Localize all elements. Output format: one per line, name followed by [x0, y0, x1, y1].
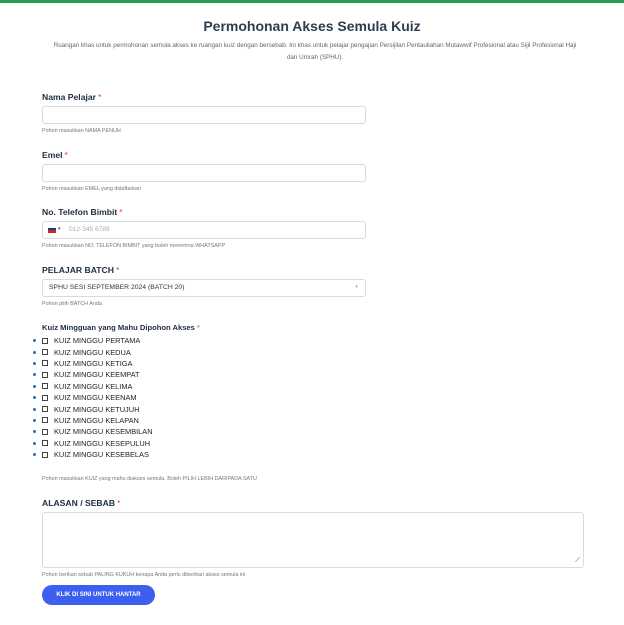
chevron-down-icon: ▾ [355, 284, 358, 290]
list-item[interactable]: KUIZ MINGGU KETIGA [33, 358, 153, 369]
batch-select[interactable]: SPHU SESI SEPTEMBER 2024 (BATCH 20) ▾ [42, 279, 366, 297]
list-item[interactable]: KUIZ MINGGU KELAPAN [33, 415, 153, 426]
emel-label-text: Emel [42, 150, 63, 160]
checkbox-label: KUIZ MINGGU KESEMBILAN [54, 427, 153, 437]
checkbox[interactable] [42, 451, 48, 458]
bullet-icon [33, 453, 36, 457]
bullet-icon [33, 441, 36, 445]
checkbox[interactable] [42, 417, 48, 424]
checkbox[interactable] [42, 406, 48, 413]
required-marker: * [97, 92, 102, 102]
batch-selected-value: SPHU SESI SEPTEMBER 2024 (BATCH 20) [49, 284, 185, 291]
form-title: Permohonan Akses Semula Kuiz [203, 18, 421, 34]
checkbox[interactable] [42, 428, 48, 435]
bullet-icon [33, 418, 36, 422]
list-item[interactable]: KUIZ MINGGU PERTAMA [33, 335, 153, 346]
bullet-icon [33, 407, 36, 411]
checkbox-label: KUIZ MINGGU KETUJUH [54, 404, 140, 414]
nama-hint: Pohon masukkan NAMA PENUH [42, 128, 121, 134]
checkbox-label: KUIZ MINGGU KEENAM [54, 393, 137, 403]
country-caret-icon[interactable]: ▾ [58, 226, 61, 232]
checkbox-label: KUIZ MINGGU KELAPAN [54, 415, 139, 425]
bullet-icon [33, 361, 36, 365]
form-page: Permohonan Akses Semula Kuiz Ruangan kha… [0, 0, 624, 625]
emel-label: Emel * [42, 150, 68, 160]
checkbox[interactable] [42, 394, 48, 401]
checkbox-label: KUIZ MINGGU KELIMA [54, 381, 133, 391]
checkbox[interactable] [42, 360, 48, 367]
batch-hint: Pohon pilih BATCH Anda [42, 301, 102, 307]
checkbox-label: KUIZ MINGGU KETIGA [54, 358, 133, 368]
checkbox[interactable] [42, 383, 48, 390]
checkbox[interactable] [42, 349, 48, 356]
batch-label: PELAJAR BATCH * [42, 265, 119, 275]
nama-label-text: Nama Pelajar [42, 92, 96, 102]
telefon-label: No. Telefon Bimbit * [42, 207, 123, 217]
list-item[interactable]: KUIZ MINGGU KEENAM [33, 392, 153, 403]
kuiz-label-text: Kuiz Mingguan yang Mahu Dipohon Akses [42, 323, 195, 332]
checkbox-label: KUIZ MINGGU PERTAMA [54, 336, 141, 346]
list-item[interactable]: KUIZ MINGGU KEDUA [33, 346, 153, 357]
bullet-icon [33, 430, 36, 434]
list-item[interactable]: KUIZ MINGGU KELIMA [33, 381, 153, 392]
kuiz-label: Kuiz Mingguan yang Mahu Dipohon Akses * [42, 323, 200, 332]
checkbox[interactable] [42, 440, 48, 447]
required-marker: * [115, 265, 120, 275]
resize-handle-icon[interactable]: ⟋ [575, 557, 580, 565]
checkbox-label: KUIZ MINGGU KEEMPAT [54, 370, 140, 380]
batch-label-text: PELAJAR BATCH [42, 265, 114, 275]
bullet-icon [33, 350, 36, 354]
emel-hint: Pohon masukkan EMEL yang didaftarkan [42, 186, 141, 192]
nama-label: Nama Pelajar * [42, 92, 101, 102]
required-marker: * [117, 498, 121, 508]
submit-button[interactable]: KLIK DI SINI UNTUK HANTAR [42, 585, 155, 605]
kuiz-checkbox-list: KUIZ MINGGU PERTAMA KUIZ MINGGU KEDUA KU… [33, 335, 153, 460]
list-item[interactable]: KUIZ MINGGU KESEMBILAN [33, 426, 153, 437]
telefon-placeholder: 012-345 6789 [69, 226, 110, 233]
list-item[interactable]: KUIZ MINGGU KESEPULUH [33, 438, 153, 449]
list-item[interactable]: KUIZ MINGGU KESEBELAS [33, 449, 153, 460]
checkbox-label: KUIZ MINGGU KESEPULUH [54, 438, 151, 448]
bullet-icon [33, 339, 36, 343]
checkbox-label: KUIZ MINGGU KESEBELAS [54, 450, 149, 460]
required-marker: * [119, 207, 123, 217]
telefon-hint: Pohon masukkan NO. TELEFON BIMBIT yang b… [42, 243, 226, 249]
bullet-icon [33, 384, 36, 388]
alasan-label: ALASAN / SEBAB * [42, 498, 120, 508]
emel-input[interactable] [42, 164, 366, 182]
nama-input[interactable] [42, 106, 366, 124]
alasan-textarea[interactable]: ⟋ [42, 512, 584, 568]
form-intro: Ruangan khas untuk permohonan semula aks… [53, 42, 577, 61]
required-marker: * [64, 150, 68, 160]
checkbox-label: KUIZ MINGGU KEDUA [54, 347, 131, 357]
alasan-hint: Pohon berikan sebab PALING KUKUH kenapa … [42, 572, 246, 578]
bullet-icon [33, 396, 36, 400]
kuiz-hint: Pohon masukkan KUIZ yang mahu diakses se… [42, 476, 257, 482]
list-item[interactable]: KUIZ MINGGU KETUJUH [33, 403, 153, 414]
top-accent-bar [0, 0, 624, 3]
malaysia-flag-icon[interactable] [48, 228, 56, 233]
checkbox[interactable] [42, 371, 48, 378]
required-marker: * [196, 323, 200, 332]
list-item[interactable]: KUIZ MINGGU KEEMPAT [33, 369, 153, 380]
bullet-icon [33, 373, 36, 377]
checkbox[interactable] [42, 337, 48, 344]
alasan-label-text: ALASAN / SEBAB [42, 498, 116, 508]
telefon-input[interactable]: ▾ 012-345 6789 [42, 221, 366, 239]
telefon-label-text: No. Telefon Bimbit [42, 207, 118, 217]
